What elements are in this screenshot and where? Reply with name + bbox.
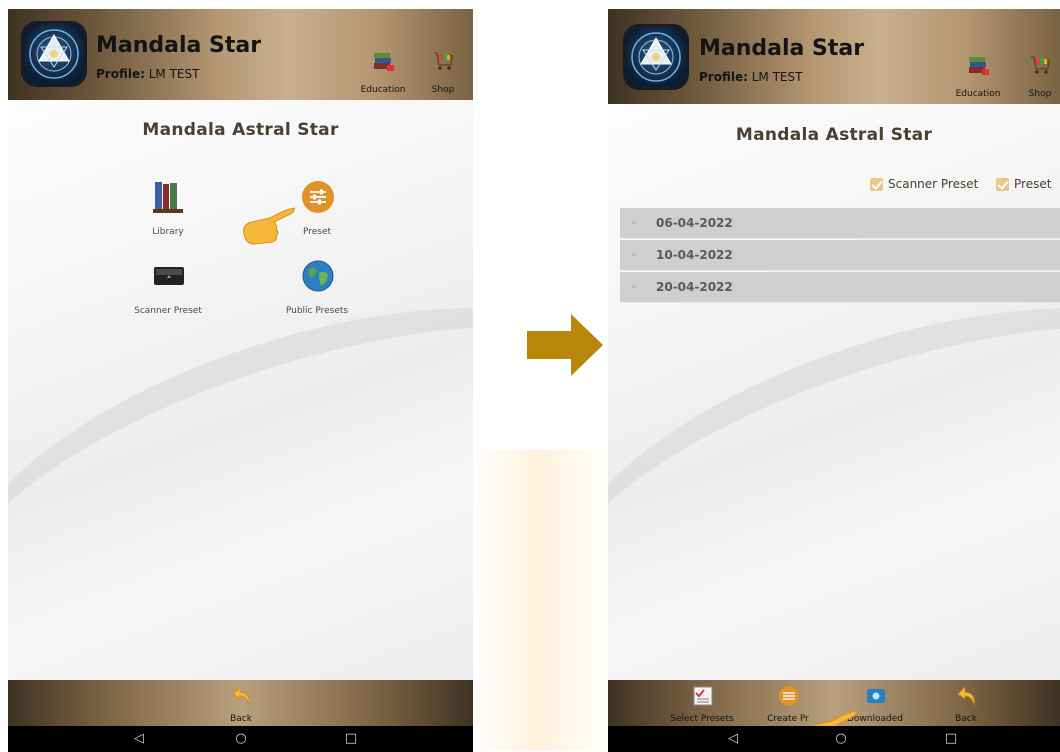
background-swoosh — [608, 237, 1060, 727]
nav-home-button[interactable]: ○ — [226, 730, 256, 748]
education-books-icon — [371, 49, 395, 77]
profile-line: Profile: LM TEST — [96, 67, 199, 81]
right-screen: Mandala Star Profile: LM TEST Education — [608, 9, 1060, 752]
preset-checkbox[interactable]: Preset — [996, 177, 1060, 193]
checkbox-checked-icon — [870, 178, 883, 191]
back-label: Back — [230, 714, 252, 724]
shop-label: Shop — [431, 85, 455, 95]
date-group-row[interactable]: ⌄ 10-04-2022 — [620, 240, 1060, 271]
system-navbar: ◁ ○ □ — [608, 726, 1060, 752]
transition-arrow-icon — [527, 314, 603, 380]
app-title: Mandala Star — [699, 36, 865, 61]
education-label: Education — [360, 85, 406, 95]
education-button[interactable]: Education — [353, 49, 413, 99]
back-arrow-icon — [956, 685, 978, 711]
globe-icon — [301, 259, 335, 297]
date-group-row[interactable]: ⌄ 06-04-2022 — [620, 208, 1060, 239]
education-books-icon — [966, 53, 990, 81]
profile-label: Profile: — [96, 67, 145, 81]
sliders-icon — [778, 685, 800, 711]
date-label: 20-04-2022 — [656, 280, 733, 294]
preset-filter-label: Preset — [1014, 177, 1052, 191]
profile-name: LM TEST — [751, 70, 803, 84]
scanner-preset-tile[interactable]: Scanner Preset — [113, 259, 223, 329]
chevron-down-icon: ⌄ — [630, 217, 638, 227]
education-button[interactable]: Education — [948, 53, 1008, 103]
app-header: Mandala Star Profile: LM TEST Education — [608, 9, 1060, 104]
pointing-hand-icon — [240, 204, 296, 252]
public-presets-label: Public Presets — [285, 306, 349, 316]
system-navbar: ◁ ○ □ — [8, 726, 473, 752]
education-label: Education — [955, 89, 1001, 99]
page-title: Mandala Astral Star — [735, 125, 933, 145]
filter-checkboxes: Scanner Preset Preset — [868, 177, 1060, 193]
download-box-icon — [865, 685, 887, 711]
public-presets-tile[interactable]: Public Presets — [262, 259, 372, 329]
app-title: Mandala Star — [96, 33, 262, 58]
back-button[interactable]: Back — [930, 682, 1002, 726]
select-presets-button[interactable]: Select Presets — [666, 682, 738, 726]
library-tile[interactable]: Library — [113, 180, 223, 250]
profile-label: Profile: — [699, 70, 748, 84]
background-watermark — [470, 450, 610, 750]
back-button[interactable]: Back — [205, 682, 277, 726]
back-label: Back — [955, 714, 977, 724]
shopping-cart-icon — [1028, 53, 1052, 81]
nav-back-button[interactable]: ◁ — [718, 730, 748, 748]
chevron-down-icon: ⌄ — [630, 249, 638, 259]
back-arrow-icon — [231, 685, 253, 711]
shop-label: Shop — [1028, 89, 1052, 99]
footer-bar: Back — [8, 680, 473, 726]
nav-back-button[interactable]: ◁ — [124, 730, 154, 748]
date-label: 06-04-2022 — [656, 216, 733, 230]
profile-name: LM TEST — [148, 67, 200, 81]
shop-button[interactable]: Shop — [413, 49, 473, 99]
shop-button[interactable]: Shop — [1010, 53, 1060, 103]
select-presets-label: Select Presets — [670, 714, 734, 724]
books-icon — [152, 180, 184, 218]
shopping-cart-icon — [431, 49, 455, 77]
checklist-icon — [692, 685, 714, 711]
sliders-icon — [301, 180, 335, 218]
scanner-preset-label: Scanner Preset — [134, 306, 202, 316]
profile-line: Profile: LM TEST — [699, 70, 802, 84]
library-label: Library — [152, 227, 184, 237]
nav-recents-button[interactable]: □ — [936, 730, 966, 748]
date-group-row[interactable]: ⌄ 20-04-2022 — [620, 272, 1060, 303]
nav-home-button[interactable]: ○ — [826, 730, 856, 748]
app-header: Mandala Star Profile: LM TEST Education — [8, 9, 473, 100]
page-title: Mandala Astral Star — [142, 120, 339, 140]
checkbox-checked-icon — [996, 178, 1009, 191]
chevron-down-icon: ⌄ — [630, 281, 638, 291]
date-label: 10-04-2022 — [656, 248, 733, 262]
background-swoosh — [8, 237, 473, 727]
left-screen: Mandala Star Profile: LM TEST Education — [8, 9, 473, 752]
nav-recents-button[interactable]: □ — [336, 730, 366, 748]
scanner-preset-filter-label: Scanner Preset — [888, 177, 979, 191]
scanner-preset-checkbox[interactable]: Scanner Preset — [870, 177, 990, 193]
scanner-device-icon — [152, 259, 186, 297]
app-logo[interactable] — [23, 23, 85, 85]
app-logo[interactable] — [625, 26, 687, 88]
